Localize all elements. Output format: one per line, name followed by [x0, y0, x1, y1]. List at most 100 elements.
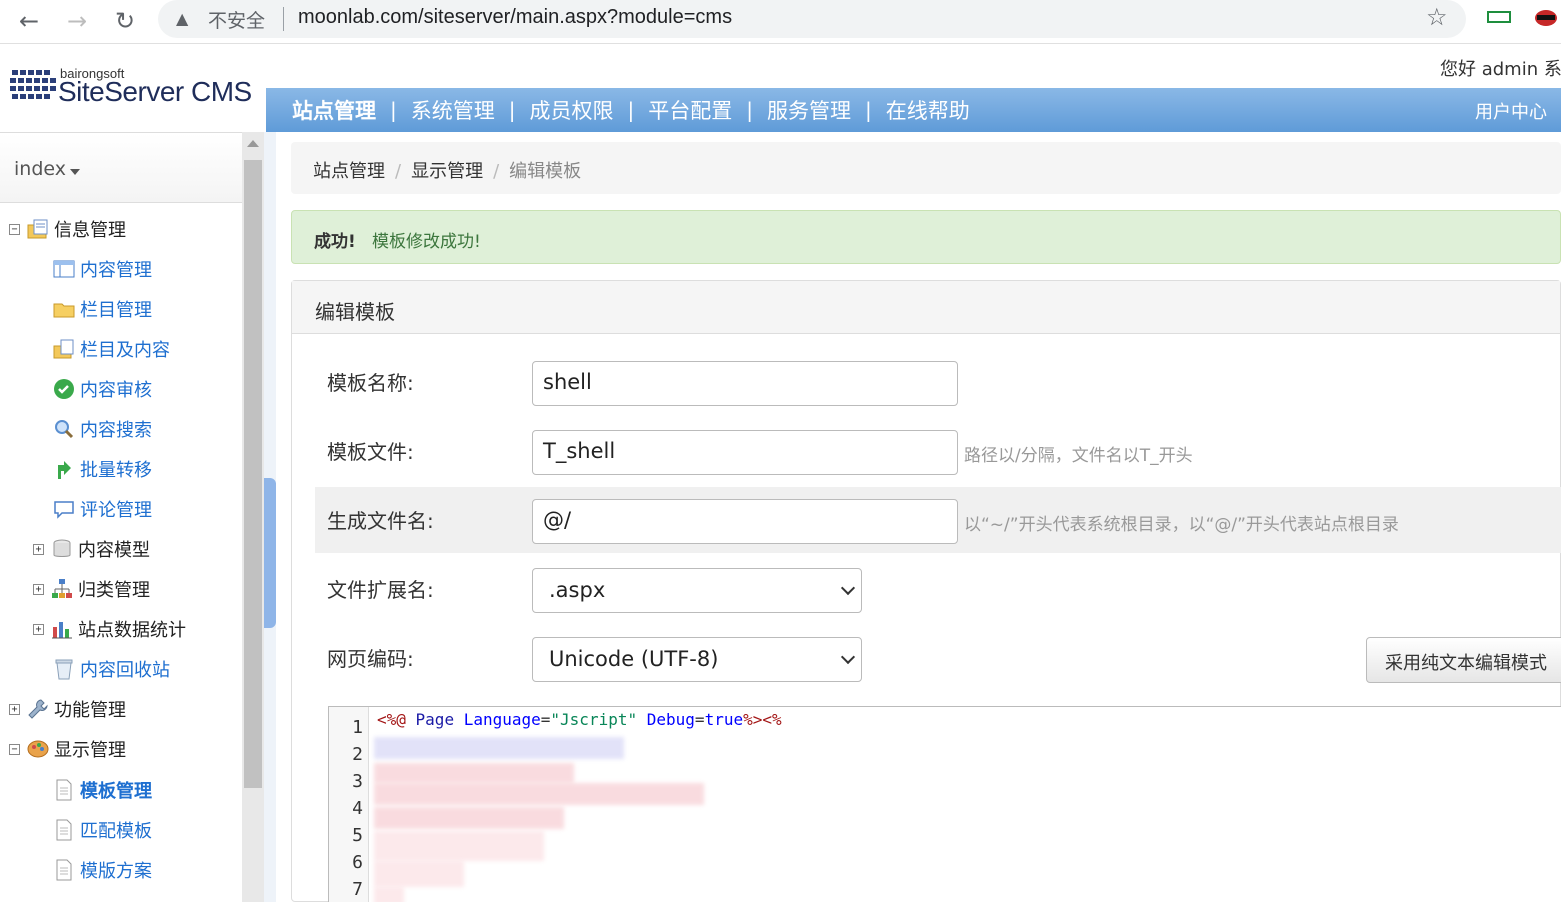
tree-item-label[interactable]: 内容回收站	[80, 656, 170, 682]
reload-icon[interactable]: ↻	[108, 4, 142, 38]
security-label[interactable]: 不安全	[208, 6, 265, 33]
tree-item-label[interactable]: 内容搜索	[80, 416, 152, 442]
tree-item-content-management[interactable]: 内容管理	[52, 254, 152, 284]
file-extension-select[interactable]: .aspx	[532, 568, 862, 613]
topnav-system-management[interactable]: 系统管理	[411, 95, 495, 125]
tree-item-label[interactable]: 匹配模板	[80, 817, 152, 843]
bookmark-star-icon[interactable]: ☆	[1426, 3, 1448, 31]
collapse-icon[interactable]: −	[9, 223, 20, 235]
user-center-link[interactable]: 用户中心	[1475, 98, 1547, 124]
tree-item-label[interactable]: 内容模型	[78, 536, 150, 562]
check-circle-icon	[54, 379, 74, 399]
tree-item-label[interactable]: 栏目管理	[80, 296, 152, 322]
forward-icon[interactable]: →	[60, 4, 94, 38]
tree-item-batch-transfer[interactable]: 批量转移	[52, 454, 152, 484]
url-text[interactable]: moonlab.com/siteserver/main.aspx?module=…	[298, 6, 732, 29]
tree-item-comment-management[interactable]: 评论管理	[52, 494, 152, 524]
breadcrumb-display-management[interactable]: 显示管理	[411, 161, 483, 182]
hierarchy-icon	[52, 579, 72, 598]
logo-product-text: SiteServer CMS	[58, 76, 252, 107]
tree-item-label[interactable]: 栏目及内容	[80, 336, 170, 362]
line-number: 1	[352, 717, 363, 738]
logo[interactable]: bairongsoft SiteServer CMS	[10, 62, 260, 112]
form-row-file-extension: 文件扩展名: .aspx	[315, 556, 1561, 622]
document-icon	[56, 819, 72, 841]
panel-title: 编辑模板	[315, 300, 395, 324]
file-extension-label: 文件扩展名:	[327, 578, 434, 602]
topnav-separator: |	[865, 98, 872, 122]
template-file-help: 路径以/分隔，文件名以T_开头	[964, 446, 1193, 466]
collapse-icon[interactable]: −	[9, 743, 20, 755]
tree-item-label[interactable]: 评论管理	[80, 496, 152, 522]
caret-down-icon[interactable]	[70, 169, 80, 175]
line-number: 2	[352, 744, 363, 765]
expand-icon[interactable]: +	[33, 543, 44, 555]
topnav-platform-config[interactable]: 平台配置	[648, 95, 732, 125]
tree-item-category-management[interactable]: + 归类管理	[33, 574, 150, 604]
topnav-member-permissions[interactable]: 成员权限	[530, 95, 614, 125]
site-selector-label[interactable]: index	[14, 158, 66, 180]
tree-item-label[interactable]: 信息管理	[54, 216, 126, 242]
tree-item-display-management[interactable]: − 显示管理	[9, 734, 126, 764]
tree-item-column-and-content[interactable]: 栏目及内容	[52, 334, 170, 364]
plain-text-mode-button[interactable]: 采用纯文本编辑模式	[1366, 637, 1561, 683]
line-number: 5	[352, 825, 363, 846]
tree-item-content-model[interactable]: + 内容模型	[33, 534, 150, 564]
tree-item-content-search[interactable]: 内容搜索	[52, 414, 152, 444]
sidebar-scrollbar-thumb[interactable]	[244, 160, 262, 788]
tree-item-recycle-bin[interactable]: 内容回收站	[52, 654, 170, 684]
tree-item-label[interactable]: 批量转移	[80, 456, 152, 482]
tree-item-column-management[interactable]: 栏目管理	[52, 294, 152, 324]
tree-item-content-review[interactable]: 内容审核	[52, 374, 152, 404]
incognito-icon[interactable]	[1534, 8, 1558, 28]
folder-document-icon	[53, 339, 74, 359]
template-name-input[interactable]: shell	[532, 361, 958, 406]
code-editor[interactable]: 1 2 3 4 5 6 7 <%@ Page Language="Jscript…	[328, 706, 1561, 902]
topnav-service-management[interactable]: 服务管理	[767, 95, 851, 125]
code-line-1[interactable]: <%@ Page Language="Jscript" Debug=true%>…	[377, 710, 782, 729]
collapse-sidebar-handle[interactable]	[264, 478, 276, 628]
back-icon[interactable]: ←	[12, 4, 46, 38]
tree-item-function-management[interactable]: + 功能管理	[9, 694, 126, 724]
tree-item-site-statistics[interactable]: + 站点数据统计	[33, 614, 186, 644]
chevron-down-icon	[840, 649, 856, 665]
line-number: 7	[352, 879, 363, 900]
expand-icon[interactable]: +	[33, 583, 44, 595]
topnav-online-help[interactable]: 在线帮助	[886, 95, 970, 125]
tree-item-label[interactable]: 内容审核	[80, 376, 152, 402]
tree-item-label[interactable]: 归类管理	[78, 576, 150, 602]
address-bar[interactable]: ▲ 不安全 moonlab.com/siteserver/main.aspx?m…	[158, 0, 1466, 38]
code-token: %><%	[743, 710, 782, 729]
extension-icon[interactable]	[1487, 11, 1511, 23]
page-encoding-label: 网页编码:	[327, 647, 414, 671]
comment-icon	[54, 501, 74, 519]
breadcrumb-site-management[interactable]: 站点管理	[313, 161, 385, 182]
site-selector[interactable]: index	[0, 133, 242, 203]
breadcrumb-current: 编辑模板	[509, 161, 582, 182]
logo-mark-icon	[10, 70, 56, 99]
expand-icon[interactable]: +	[33, 623, 44, 635]
tree-item-template-scheme[interactable]: 模版方案	[52, 855, 152, 885]
line-number: 3	[352, 771, 363, 792]
breadcrumb-separator: /	[395, 161, 402, 182]
tree-item-match-template[interactable]: 匹配模板	[52, 815, 152, 845]
template-file-input[interactable]: T_shell	[532, 430, 958, 475]
code-token: "Jscript"	[550, 710, 638, 729]
folder-icon	[53, 303, 75, 318]
expand-icon[interactable]: +	[9, 703, 20, 715]
tree-item-label[interactable]: 功能管理	[54, 696, 126, 722]
tree-item-label[interactable]: 内容管理	[80, 256, 152, 282]
tree-item-label[interactable]: 站点数据统计	[78, 616, 186, 642]
created-file-name-input[interactable]: @/	[532, 499, 958, 544]
tree-item-template-management[interactable]: 模板管理	[52, 775, 152, 805]
breadcrumb: 站点管理 / 显示管理 / 编辑模板	[291, 142, 1561, 194]
topnav-site-management[interactable]: 站点管理	[292, 95, 376, 125]
divider	[283, 7, 284, 31]
scroll-up-icon[interactable]	[247, 140, 259, 147]
page-encoding-select[interactable]: Unicode (UTF-8)	[532, 637, 862, 682]
tree-item-info-management[interactable]: − 信息管理	[9, 214, 126, 244]
tree-item-label[interactable]: 显示管理	[54, 736, 126, 762]
redacted-code	[374, 861, 464, 887]
tree-item-label[interactable]: 模版方案	[80, 857, 152, 883]
tree-item-label[interactable]: 模板管理	[80, 777, 152, 803]
